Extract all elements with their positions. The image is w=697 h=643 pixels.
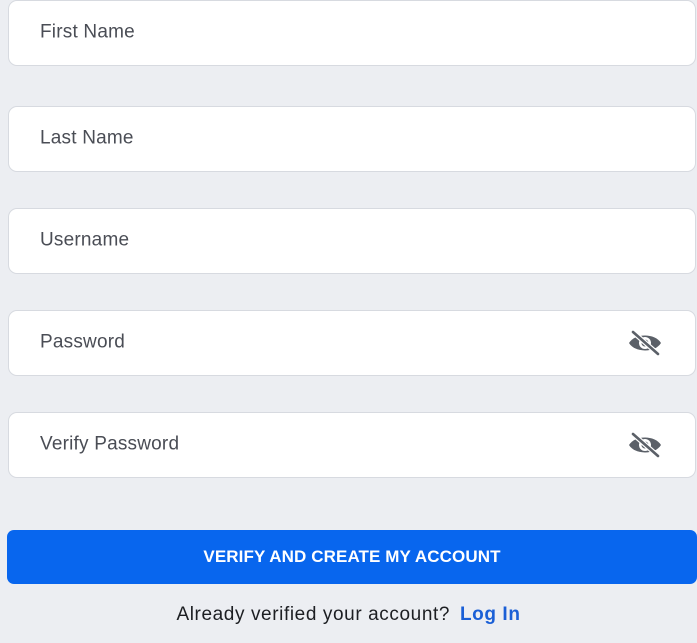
last-name-placeholder: Last Name xyxy=(40,127,134,149)
username-field[interactable]: Username xyxy=(8,208,696,274)
verify-and-create-account-button[interactable]: VERIFY AND CREATE MY ACCOUNT xyxy=(7,530,697,584)
last-name-field[interactable]: Last Name xyxy=(8,106,696,172)
eye-off-icon[interactable] xyxy=(627,330,663,356)
login-link[interactable]: Log In xyxy=(460,604,521,625)
username-placeholder: Username xyxy=(40,229,130,251)
verify-password-placeholder: Verify Password xyxy=(40,433,180,455)
eye-off-icon[interactable] xyxy=(627,432,663,458)
password-field[interactable]: Password xyxy=(8,310,696,376)
password-placeholder: Password xyxy=(40,331,126,353)
login-prompt-text: Already verified your account? xyxy=(176,604,451,625)
first-name-placeholder: First Name xyxy=(40,21,135,43)
verify-password-field[interactable]: Verify Password xyxy=(8,412,696,478)
login-prompt: Already verified your account? Log In xyxy=(0,604,697,626)
first-name-field[interactable]: First Name xyxy=(8,0,696,66)
